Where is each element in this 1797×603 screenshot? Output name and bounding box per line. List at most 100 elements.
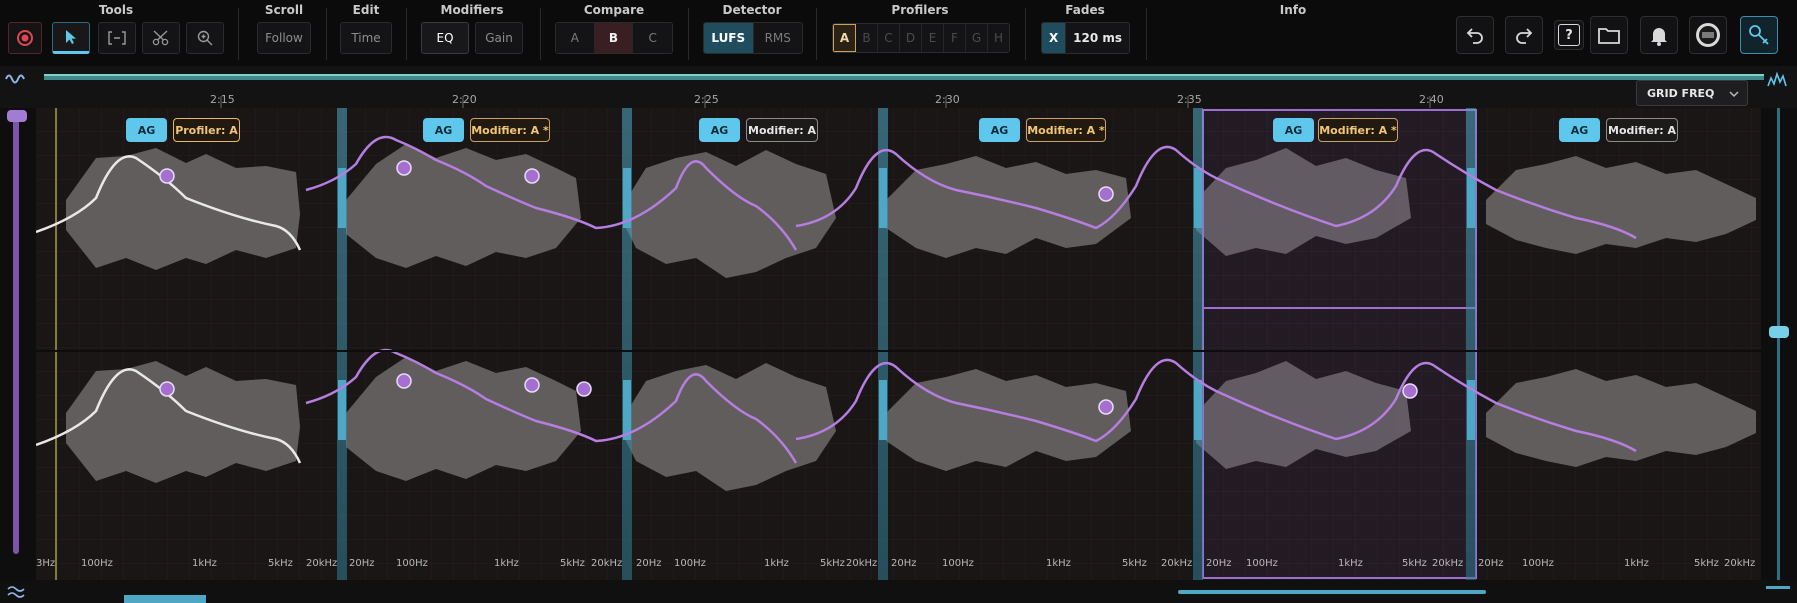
fades-control: X 120 ms bbox=[1041, 22, 1130, 54]
info-label: Info bbox=[1279, 3, 1307, 17]
segment-ag-badge[interactable]: AG bbox=[423, 118, 464, 142]
tools-label: Tools bbox=[98, 3, 134, 17]
eq-node bbox=[1098, 186, 1114, 202]
right-scroll-handle[interactable] bbox=[1769, 326, 1789, 338]
freq-label: 5kHz bbox=[1122, 558, 1147, 569]
edit-label: Edit bbox=[352, 3, 380, 17]
notifications-button[interactable] bbox=[1640, 16, 1678, 54]
record-button[interactable] bbox=[8, 22, 42, 54]
fades-toggle[interactable]: X bbox=[1042, 23, 1067, 53]
segment-tag[interactable]: Modifier: A bbox=[1606, 118, 1678, 142]
open-folder-button[interactable] bbox=[1590, 16, 1628, 54]
detector-rms-option[interactable]: RMS bbox=[753, 23, 802, 53]
freq-label: 100Hz bbox=[396, 558, 428, 569]
segment-ag-badge[interactable]: AG bbox=[126, 118, 167, 142]
info-group: Info bbox=[1150, 0, 1436, 66]
compare-option-c[interactable]: C bbox=[633, 23, 672, 53]
profiler-slot-h[interactable]: H bbox=[988, 24, 1009, 52]
freq-label: 1kHz bbox=[192, 558, 217, 569]
fades-value[interactable]: 120 ms bbox=[1066, 23, 1129, 53]
segment-tag[interactable]: Modifier: A * bbox=[1318, 118, 1398, 142]
profiler-slot-g[interactable]: G bbox=[966, 24, 988, 52]
freq-label: 20kHz bbox=[1161, 558, 1193, 569]
profiler-slots: A B C D E F G H bbox=[832, 23, 1010, 53]
help-button[interactable]: ? bbox=[1554, 20, 1584, 50]
cut-tool-button[interactable] bbox=[142, 22, 180, 54]
eq-node bbox=[524, 168, 540, 184]
selection-rect bbox=[1202, 109, 1477, 579]
record-icon bbox=[17, 30, 33, 46]
profiler-slot-a[interactable]: A bbox=[833, 24, 856, 52]
scroll-follow-button[interactable]: Follow bbox=[257, 22, 311, 54]
waveform-canvas bbox=[36, 108, 1761, 580]
right-scroll-track[interactable] bbox=[1777, 108, 1780, 580]
profiler-slot-c[interactable]: C bbox=[878, 24, 900, 52]
vertical-zoom-bar[interactable] bbox=[13, 114, 19, 554]
freq-label: 1kHz bbox=[1046, 558, 1071, 569]
modifier-eq-button[interactable]: EQ bbox=[421, 22, 469, 54]
range-tool-button[interactable] bbox=[98, 22, 136, 54]
view-mode-dropdown[interactable]: GRID FREQ bbox=[1636, 80, 1748, 106]
segment-ag-badge[interactable]: AG bbox=[1273, 118, 1314, 142]
edit-time-button[interactable]: Time bbox=[340, 22, 392, 54]
overview-scroll-marker[interactable] bbox=[1766, 586, 1790, 589]
segment-tag[interactable]: Modifier: A * bbox=[470, 118, 550, 142]
folder-icon bbox=[1598, 28, 1620, 44]
segment-ag-badge[interactable]: AG bbox=[699, 118, 740, 142]
segment-tag[interactable]: Modifier: A * bbox=[1026, 118, 1106, 142]
freq-label: 1kHz bbox=[1338, 558, 1363, 569]
eq-node bbox=[396, 160, 412, 176]
freq-label: 100Hz bbox=[1246, 558, 1278, 569]
redo-button[interactable] bbox=[1505, 16, 1543, 54]
profiler-slot-d[interactable]: D bbox=[900, 24, 922, 52]
profilers-label: Profilers bbox=[891, 3, 949, 17]
editor-lanes[interactable] bbox=[36, 108, 1761, 580]
freq-label: 20Hz bbox=[1206, 558, 1232, 569]
pointer-tool-button[interactable] bbox=[52, 22, 90, 54]
time-tick: 2:35 bbox=[1177, 93, 1202, 106]
compare-option-b[interactable]: B bbox=[594, 23, 634, 53]
freq-label: 3Hz bbox=[36, 558, 56, 569]
freq-label: 5kHz bbox=[1694, 558, 1719, 569]
profiler-slot-f[interactable]: F bbox=[944, 24, 966, 52]
freq-label: 5kHz bbox=[1402, 558, 1427, 569]
undo-button[interactable] bbox=[1456, 16, 1494, 54]
brand-logo-button[interactable] bbox=[1689, 16, 1727, 54]
timeline-ruler[interactable]: GRID FREQ bbox=[0, 66, 1797, 108]
modifier-gain-button[interactable]: Gain bbox=[475, 22, 523, 54]
wave-toggle-icon[interactable] bbox=[6, 583, 30, 599]
freq-label: 100Hz bbox=[1522, 558, 1554, 569]
compare-option-a[interactable]: A bbox=[556, 23, 595, 53]
zoom-icon bbox=[197, 30, 213, 46]
search-mode-button[interactable] bbox=[1740, 16, 1778, 54]
time-tick: 2:40 bbox=[1419, 93, 1444, 106]
vertical-zoom-handle[interactable] bbox=[7, 110, 27, 122]
horizontal-scrollbar[interactable] bbox=[1178, 590, 1486, 594]
profiler-slot-b[interactable]: B bbox=[856, 24, 878, 52]
freq-label: 100Hz bbox=[81, 558, 113, 569]
profiler-slot-e[interactable]: E bbox=[922, 24, 944, 52]
detector-lufs-option[interactable]: LUFS bbox=[704, 23, 754, 53]
overview-marker[interactable] bbox=[124, 595, 206, 603]
freq-label: 1kHz bbox=[494, 558, 519, 569]
freq-label: 20kHz bbox=[591, 558, 623, 569]
freq-label: 100Hz bbox=[674, 558, 706, 569]
segment-tag[interactable]: Modifier: A bbox=[746, 118, 818, 142]
segment-tag[interactable]: Profiler: A bbox=[173, 118, 240, 142]
detector-label: Detector bbox=[722, 3, 782, 17]
segment-ag-badge[interactable]: AG bbox=[979, 118, 1020, 142]
help-icon: ? bbox=[1558, 24, 1580, 46]
eq-node bbox=[1098, 399, 1114, 415]
modifiers-label: Modifiers bbox=[440, 3, 504, 17]
left-gutter bbox=[0, 108, 36, 580]
freq-label: 100Hz bbox=[942, 558, 974, 569]
freq-label: 20kHz bbox=[846, 558, 878, 569]
freq-label: 20kHz bbox=[306, 558, 338, 569]
brand-logo-icon bbox=[1696, 23, 1720, 47]
segment-ag-badge[interactable]: AG bbox=[1559, 118, 1600, 142]
eq-node bbox=[396, 373, 412, 389]
time-tick: 2:20 bbox=[452, 93, 477, 106]
freq-label: 5kHz bbox=[560, 558, 585, 569]
zoom-tool-button[interactable] bbox=[186, 22, 224, 54]
pointer-icon bbox=[66, 30, 76, 44]
